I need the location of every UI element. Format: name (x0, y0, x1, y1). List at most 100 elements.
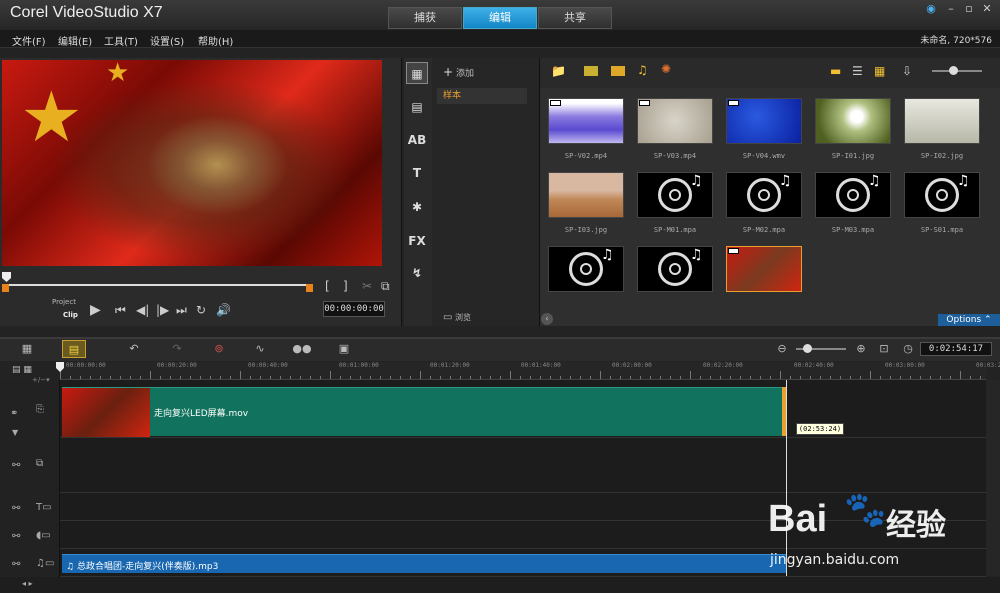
thumb-size-handle[interactable] (949, 66, 958, 75)
library-thumbnail[interactable]: ♫ (548, 246, 624, 292)
preview-screen[interactable]: ★ ★ (2, 60, 382, 266)
watermark-brand: Bai (768, 498, 828, 540)
mark-out-handle[interactable] (306, 284, 313, 292)
library-thumbnail[interactable] (637, 98, 713, 144)
show-audio-icon[interactable]: ♫ (637, 63, 648, 77)
library-thumbnail[interactable] (815, 98, 891, 144)
library-thumbnail[interactable] (548, 172, 624, 218)
split-clip-icon[interactable]: ✂ (362, 279, 372, 293)
instant-project-icon[interactable]: ▤ (406, 96, 428, 118)
library-thumbnail[interactable] (904, 98, 980, 144)
library-thumbnail[interactable] (548, 98, 624, 144)
video-clip[interactable]: 走向复兴LED屏幕.mov (62, 387, 786, 437)
library-thumbnail[interactable]: ♫ (637, 172, 713, 218)
repeat-icon[interactable]: ↻ (196, 303, 206, 317)
detail-view-icon[interactable]: ☰ (852, 64, 863, 78)
plus-icon: + (443, 65, 454, 79)
video-editor-window: Corel VideoStudio X7 捕获 编辑 共享 ◉ – ▫ ✕ 文件… (0, 0, 1000, 593)
scrubber-track[interactable] (6, 284, 312, 286)
media-icon[interactable]: ▦ (406, 62, 428, 84)
browse-button[interactable]: ▭ 浏览 (443, 312, 471, 323)
ruler-tick-label: 00:02:00:00 (612, 362, 652, 369)
menu-settings[interactable]: 设置(S) (150, 33, 184, 48)
filter-icon[interactable]: FX (406, 230, 428, 252)
scroll-left-icon[interactable]: ◂ ▸ (22, 579, 33, 588)
audio-clip[interactable]: ♫ 总政合唱团-走向复兴(伴奏版).mp3 (62, 554, 786, 573)
ruler-tick-label: 00:01:40:00 (521, 362, 561, 369)
transition-icon[interactable]: AB (406, 129, 428, 151)
minimize-icon[interactable]: – (944, 2, 958, 16)
show-effect-icon[interactable]: ✺ (661, 62, 671, 76)
import-folder-icon[interactable]: 📁 (551, 64, 566, 78)
add-remove-chapter-icon[interactable]: +/−▾ (32, 376, 50, 384)
folder-item-sample[interactable]: 样本 (437, 88, 527, 104)
track-manager-icon[interactable]: ▤ ▦ (12, 365, 32, 375)
storyboard-view-icon[interactable]: ▦ (15, 340, 39, 358)
show-video-icon[interactable] (584, 66, 598, 76)
subtitle-editor-icon[interactable]: ▣ (332, 340, 356, 358)
title-icon[interactable]: T (406, 162, 428, 184)
timeline-view-icon[interactable]: ▤ (62, 340, 86, 358)
graphic-icon[interactable]: ✱ (406, 196, 428, 218)
video-badge-icon (550, 100, 561, 106)
timeline-ruler[interactable]: 00:00:00:00 00:00:20:00 00:00:40:00 00:01:0… (60, 362, 1000, 380)
redo-icon[interactable]: ↷ (165, 340, 189, 358)
library-thumbnail[interactable]: ♫ (726, 172, 802, 218)
zoom-handle[interactable] (803, 344, 812, 353)
list-view-icon[interactable]: ▬ (830, 64, 841, 78)
play-icon[interactable]: ▶ (90, 302, 101, 318)
next-frame-icon[interactable]: |▶ (156, 303, 169, 317)
show-photo-icon[interactable] (611, 66, 625, 76)
overlay-track[interactable] (60, 438, 986, 493)
project-mode-label[interactable]: Project (52, 298, 76, 306)
menu-edit[interactable]: 编辑(E) (58, 33, 92, 48)
library-thumbnail[interactable]: ♫ (637, 246, 713, 292)
home-icon[interactable]: ⏮ (115, 303, 126, 318)
menu-help[interactable]: 帮助(H) (198, 33, 233, 48)
menu-file[interactable]: 文件(F) (12, 33, 46, 48)
library-thumbnail[interactable] (726, 98, 802, 144)
zoom-in-icon[interactable]: ⊕ (849, 340, 873, 358)
preview-timecode[interactable]: 00:00:00:00 (323, 301, 385, 317)
record-capture-icon[interactable]: ⊚ (207, 340, 231, 358)
tab-capture[interactable]: 捕获 (388, 7, 462, 29)
star-icon: ★ (106, 60, 130, 88)
close-icon[interactable]: ✕ (980, 2, 994, 16)
mark-in-icon[interactable]: [ (325, 279, 330, 293)
mark-in-handle[interactable] (2, 284, 9, 292)
overlay-track-icon: ⧉ (36, 458, 44, 469)
link-icon[interactable]: ⚯ (12, 531, 20, 542)
ripple-edit-icon[interactable]: ⚭ (10, 408, 18, 419)
undo-icon[interactable]: ↶ (122, 340, 146, 358)
link-icon[interactable]: ⚯ (12, 559, 20, 570)
grid-view-icon[interactable]: ▦ (874, 64, 885, 78)
sort-icon[interactable]: ⇩ (902, 64, 912, 78)
menu-tools[interactable]: 工具(T) (104, 33, 138, 48)
music-note-icon: ♫ (690, 247, 703, 263)
tab-edit[interactable]: 编辑 (463, 7, 537, 29)
clip-mode-label[interactable]: Clip (63, 311, 78, 319)
auto-music-icon[interactable]: ●● (290, 340, 314, 358)
library-thumbnail[interactable]: ♫ (904, 172, 980, 218)
add-folder-button[interactable]: + 添加 (443, 65, 474, 79)
end-icon[interactable]: ⏭ (176, 303, 187, 318)
chevron-down-icon[interactable]: ▼ (12, 428, 18, 437)
mark-out-icon[interactable]: ] (343, 279, 348, 293)
library-thumbnail[interactable] (726, 246, 802, 292)
link-icon[interactable]: ⚯ (12, 503, 20, 514)
library-thumbnail[interactable]: ♫ (815, 172, 891, 218)
path-icon[interactable]: ↯ (406, 262, 428, 284)
library-thumbnail-label: SP-V03.mp4 (653, 152, 697, 160)
link-icon[interactable]: ⚯ (12, 460, 20, 471)
info-icon[interactable]: ◉ (924, 2, 938, 16)
sound-mixer-icon[interactable]: ∿ (248, 340, 272, 358)
volume-icon[interactable]: 🔊 (216, 303, 231, 317)
maximize-icon[interactable]: ▫ (962, 2, 976, 16)
enlarge-icon[interactable]: ⧉ (381, 279, 390, 294)
collapse-library-icon[interactable]: ‹ (541, 313, 553, 325)
options-button[interactable]: Options ⌃ (938, 314, 1000, 326)
fit-project-icon[interactable]: ⊡ (872, 340, 896, 358)
previous-frame-icon[interactable]: ◀| (136, 303, 149, 317)
tab-share[interactable]: 共享 (538, 7, 612, 29)
zoom-out-icon[interactable]: ⊖ (770, 340, 794, 358)
